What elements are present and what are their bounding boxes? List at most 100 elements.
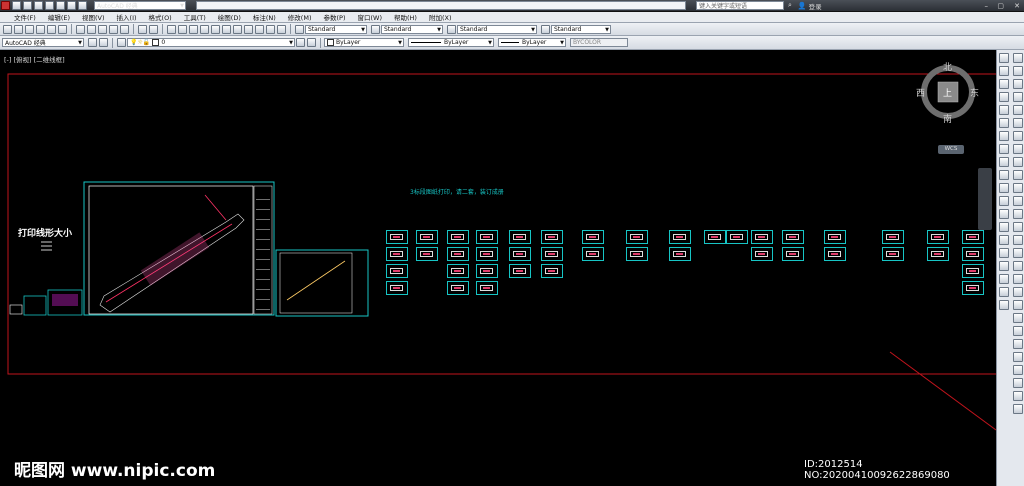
layer-manager-icon[interactable]: [117, 38, 126, 47]
point-icon[interactable]: [1013, 222, 1023, 232]
insert-block-icon[interactable]: [1013, 196, 1023, 206]
save-icon[interactable]: [34, 1, 43, 10]
hatch-icon[interactable]: [1013, 235, 1023, 245]
point-icon[interactable]: [999, 222, 1009, 232]
color-select[interactable]: ByLayer ▼: [324, 38, 404, 47]
zoom-realtime-icon[interactable]: [178, 24, 187, 34]
rectangle-icon[interactable]: [1013, 105, 1023, 115]
preview-icon[interactable]: [47, 24, 56, 34]
circle-icon[interactable]: [999, 131, 1009, 141]
circle-icon[interactable]: [1013, 391, 1023, 401]
new-icon[interactable]: [3, 24, 12, 34]
redo-icon[interactable]: [78, 1, 87, 10]
menu-window[interactable]: 窗口(W): [357, 12, 382, 22]
cut-icon[interactable]: [76, 24, 85, 34]
line-icon[interactable]: [1013, 313, 1023, 323]
viewcube[interactable]: 北 南 西 东 上: [916, 60, 979, 125]
polygon-icon[interactable]: [1013, 352, 1023, 362]
table-style-select[interactable]: Standard ▼: [457, 24, 537, 34]
close-button[interactable]: ✕: [1014, 2, 1020, 10]
make-block-icon[interactable]: [1013, 209, 1023, 219]
arc-icon[interactable]: [999, 118, 1009, 128]
pan-icon[interactable]: [167, 24, 176, 34]
arc-icon[interactable]: [1013, 118, 1023, 128]
polyline-icon[interactable]: [1013, 79, 1023, 89]
design-center-icon[interactable]: [222, 24, 231, 34]
plot-icon[interactable]: [56, 1, 65, 10]
plot-icon[interactable]: [36, 24, 45, 34]
lineweight-select[interactable]: ByLayer ▼: [498, 38, 566, 47]
layer-previous-icon[interactable]: [307, 38, 316, 47]
maximize-button[interactable]: ▢: [997, 2, 1004, 10]
ellipse-arc-icon[interactable]: [999, 183, 1009, 193]
revcloud-icon[interactable]: [1013, 404, 1023, 414]
region-icon[interactable]: [999, 261, 1009, 271]
undo-icon[interactable]: [138, 24, 147, 34]
paste-icon[interactable]: [98, 24, 107, 34]
menu-edit[interactable]: 编辑(E): [48, 12, 70, 22]
menu-help[interactable]: 帮助(H): [394, 12, 417, 22]
circle-icon[interactable]: [1013, 131, 1023, 141]
zoom-window-icon[interactable]: [189, 24, 198, 34]
menu-format[interactable]: 格式(O): [149, 12, 172, 22]
construction-line-icon[interactable]: [1013, 66, 1023, 76]
redo-icon[interactable]: [149, 24, 158, 34]
table-style-icon[interactable]: [447, 24, 456, 34]
menu-draw[interactable]: 绘图(D): [218, 12, 241, 22]
ellipse-icon[interactable]: [999, 170, 1009, 180]
workspace-settings-icon[interactable]: [88, 38, 97, 47]
login-link[interactable]: 登录: [809, 1, 822, 11]
linetype-select[interactable]: ByLayer ▼: [408, 38, 494, 47]
plotstyle-select[interactable]: BYCOLOR: [570, 38, 628, 47]
menu-modify[interactable]: 修改(M): [288, 12, 312, 22]
search-icon[interactable]: ⌕: [788, 1, 792, 10]
region-icon[interactable]: [1013, 261, 1023, 271]
polygon-icon[interactable]: [999, 92, 1009, 102]
properties-icon[interactable]: [211, 24, 220, 34]
compass-south[interactable]: 南: [943, 112, 952, 125]
minimize-button[interactable]: –: [985, 2, 989, 10]
saveas-icon[interactable]: [45, 1, 54, 10]
mtext-icon[interactable]: [999, 287, 1009, 297]
mtext-icon[interactable]: [1013, 287, 1023, 297]
workspace-select-2[interactable]: AutoCAD 经典 ▼: [2, 38, 84, 47]
spline-icon[interactable]: [999, 157, 1009, 167]
menu-view[interactable]: 视图(V): [82, 12, 105, 22]
spline-icon[interactable]: [1013, 157, 1023, 167]
dim-style-select[interactable]: Standard ▼: [381, 24, 443, 34]
rectangle-icon[interactable]: [1013, 365, 1023, 375]
table-icon[interactable]: [1013, 274, 1023, 284]
revcloud-icon[interactable]: [999, 144, 1009, 154]
compass-north[interactable]: 北: [943, 60, 952, 73]
calculator-icon[interactable]: [266, 24, 275, 34]
text-style-icon[interactable]: [295, 24, 304, 34]
gradient-icon[interactable]: [1013, 248, 1023, 258]
mleader-style-select[interactable]: Standard ▼: [551, 24, 611, 34]
user-icon[interactable]: 👤: [798, 2, 807, 10]
publish-icon[interactable]: [58, 24, 67, 34]
line-icon[interactable]: [999, 53, 1009, 63]
open-icon[interactable]: [23, 1, 32, 10]
save-icon[interactable]: [25, 24, 34, 34]
arc-icon[interactable]: [1013, 378, 1023, 388]
mleader-style-icon[interactable]: [541, 24, 550, 34]
menu-addons[interactable]: 附加(X): [429, 12, 452, 22]
menu-parametric[interactable]: 参数(P): [323, 12, 345, 22]
rectangle-icon[interactable]: [999, 105, 1009, 115]
match-properties-icon[interactable]: [109, 24, 118, 34]
workspace-select[interactable]: AutoCAD 经典 ▼: [94, 1, 186, 10]
insert-block-icon[interactable]: [999, 196, 1009, 206]
wcs-menu[interactable]: WCS: [938, 145, 964, 154]
menu-file[interactable]: 文件(F): [14, 12, 36, 22]
polygon-icon[interactable]: [1013, 92, 1023, 102]
markup-icon[interactable]: [255, 24, 264, 34]
viewcube-top-face[interactable]: 上: [943, 86, 952, 99]
app-menu-icon[interactable]: [1, 1, 10, 10]
add-selected-icon[interactable]: [999, 300, 1009, 310]
polyline-icon[interactable]: [1013, 339, 1023, 349]
navigation-bar[interactable]: [978, 168, 992, 230]
add-selected-icon[interactable]: [1013, 300, 1023, 310]
ellipse-arc-icon[interactable]: [1013, 183, 1023, 193]
hatch-icon[interactable]: [999, 235, 1009, 245]
revcloud-icon[interactable]: [1013, 144, 1023, 154]
